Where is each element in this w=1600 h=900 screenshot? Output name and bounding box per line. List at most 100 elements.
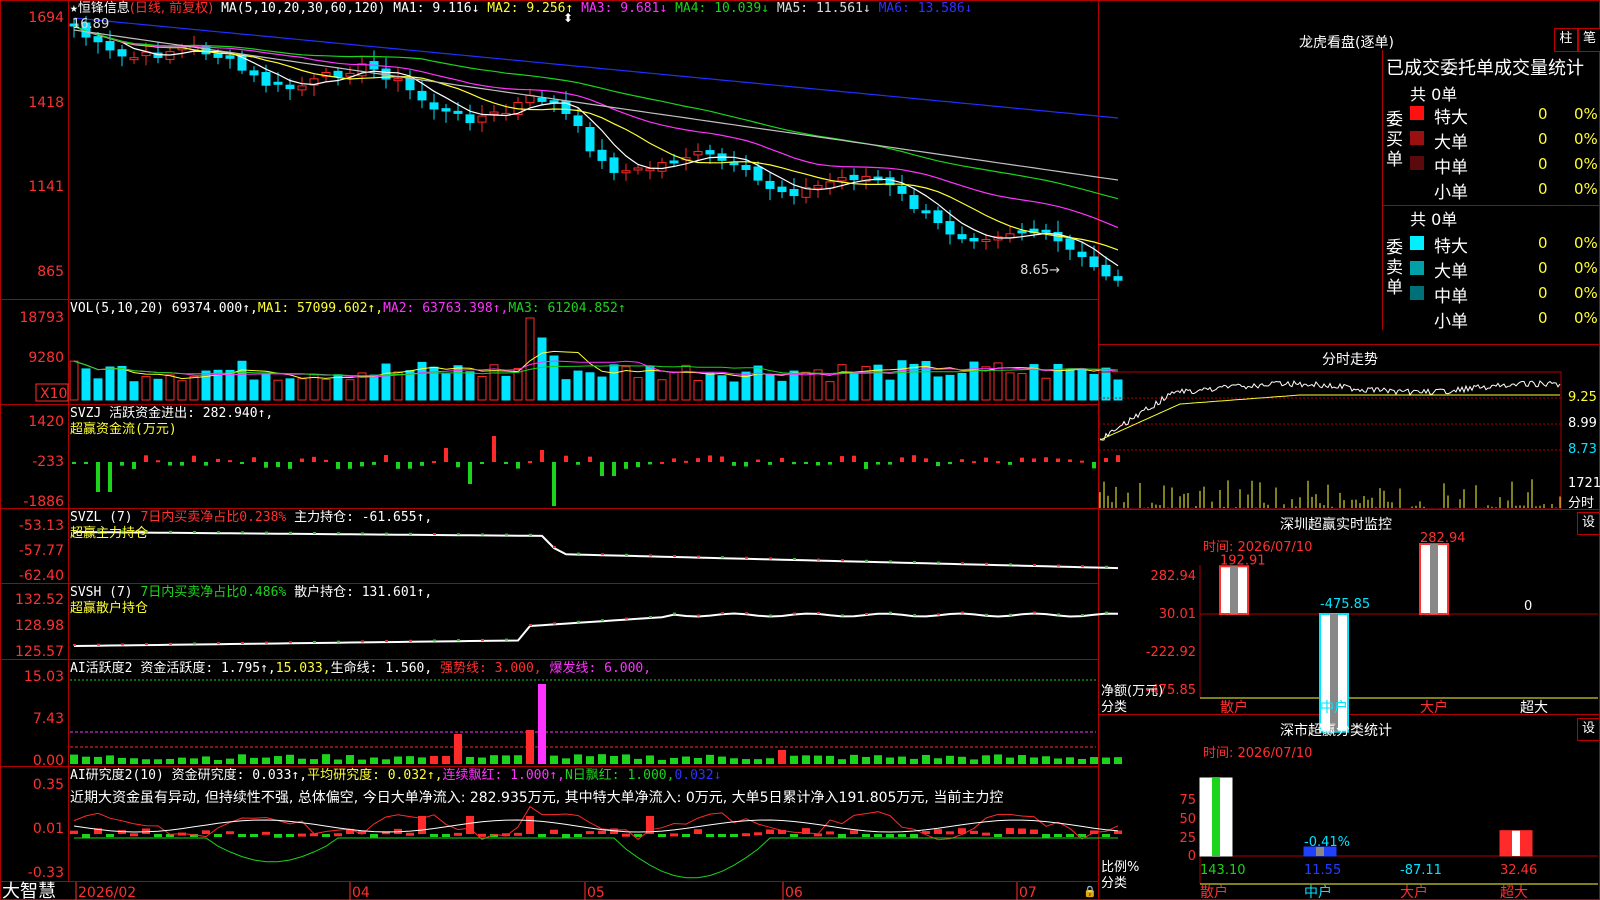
flow-bar [756,459,760,462]
flow-bar [780,457,784,462]
candle-body [537,97,547,102]
candle-body [285,84,295,90]
research-bar [574,834,582,837]
volume-bar [945,374,955,401]
research-bar [742,833,750,837]
volume-bar [405,370,415,401]
vol-label: VOL(5,10,20) [70,301,164,316]
volume-bar [189,375,199,401]
flow-bar [396,462,400,469]
activity-bar [502,755,510,764]
svsh-ratio: 7日内买卖净占比0.486% [140,585,287,600]
candle-body [261,72,271,86]
ai2-research: 资金研究度: 0.033↑, [171,768,308,783]
tick-mark [889,611,892,614]
volume-bar [369,374,379,401]
flow-bar [468,462,472,484]
tick-mark [817,558,820,561]
activity-bar [250,757,258,764]
research-bar [82,834,90,838]
activity-bar [1054,758,1062,764]
volume-bar [165,374,175,401]
monitor-bar-shade [1430,544,1438,614]
axis-label: 18793 [19,310,64,326]
activity-bar [418,757,426,764]
axis-label: 0.35 [33,777,64,793]
svsh-subtitle: 超赢散户持仓 [70,601,149,616]
monitor-category: 中户 [1320,699,1348,716]
research-bar [874,834,882,837]
classify-settings-button[interactable]: 设 [1577,718,1600,741]
activity-bar [670,757,678,764]
flow-bar [576,462,580,465]
volume-bar [489,364,499,401]
candlestick-panel[interactable] [69,16,1123,287]
activity-bar [298,758,306,764]
intraday-panel[interactable] [1098,371,1562,510]
volume-bar [549,355,559,401]
flow-bar [168,462,172,466]
avg-price-line [1099,394,1560,441]
tab-tick-view[interactable]: 笔 [1578,28,1600,52]
candle-body [441,108,451,112]
activity-bar [718,756,726,764]
volume-bar [1041,377,1051,401]
activity-bar [346,755,354,764]
tick-mark [337,640,340,643]
volume-bar [597,376,607,401]
volume-bar [129,381,139,401]
ai-research-panel[interactable] [70,805,1122,879]
buy-side-label: 委买单 [1386,110,1403,170]
activity-bar [1102,757,1110,764]
volume-panel[interactable] [69,317,1123,401]
flow-bar [960,459,964,462]
tick-mark [769,557,772,560]
ai2-consecutive: 连续飘红: 1.000↑, [442,768,565,783]
axis-label: -62.40 [19,568,64,584]
svsh-label: SVSH (7) [70,585,133,600]
activity-bar [610,755,618,764]
color-swatch [1410,261,1424,275]
tick-mark [913,561,916,563]
candle-body [609,157,619,173]
activity-bar [70,754,78,764]
star-icon[interactable]: ★ [70,1,78,16]
volume-bar [117,365,127,401]
activity-bar [262,757,270,764]
research-bar [1066,834,1074,837]
volume-bar [573,370,583,401]
activity-bar [118,757,126,764]
candle-body [981,239,991,243]
volume-bar [885,379,895,401]
volume-bar [93,378,103,401]
tick-mark [625,617,628,620]
svsh-header: SVSH (7) 7日内买卖净占比0.486% 散户持仓: 131.601↑, … [70,585,432,617]
volume-bar [105,366,115,401]
classify-axis-label: 0 [1188,849,1196,864]
flow-bar [1020,457,1024,462]
research-bar [694,829,702,834]
monitor-settings-button[interactable]: 设 [1577,512,1600,535]
candle-body [933,210,943,224]
tick-mark [97,643,100,646]
ai-activity-panel[interactable] [70,679,1122,764]
flow-bar [504,462,508,464]
svzj-panel[interactable] [72,436,1120,506]
sell-side-label: 委卖单 [1386,238,1403,298]
volume-bar [69,360,79,401]
tick-mark [529,533,532,536]
tab-bar-view[interactable]: 柱 [1554,28,1578,52]
research-bar [682,834,690,837]
volume-bar [837,364,847,401]
flow-bar [1008,462,1012,465]
activity-bar [406,756,414,764]
flow-bar [432,461,436,464]
axis-label: 865 [37,264,64,280]
chart-mode[interactable]: (日线, 前复权) [130,1,213,16]
row-count: 0 [1538,309,1548,327]
research-bar [670,833,678,837]
flow-bar [480,462,484,464]
candle-body [897,185,907,194]
candle-body [657,162,667,172]
ma5-line [73,29,1119,181]
